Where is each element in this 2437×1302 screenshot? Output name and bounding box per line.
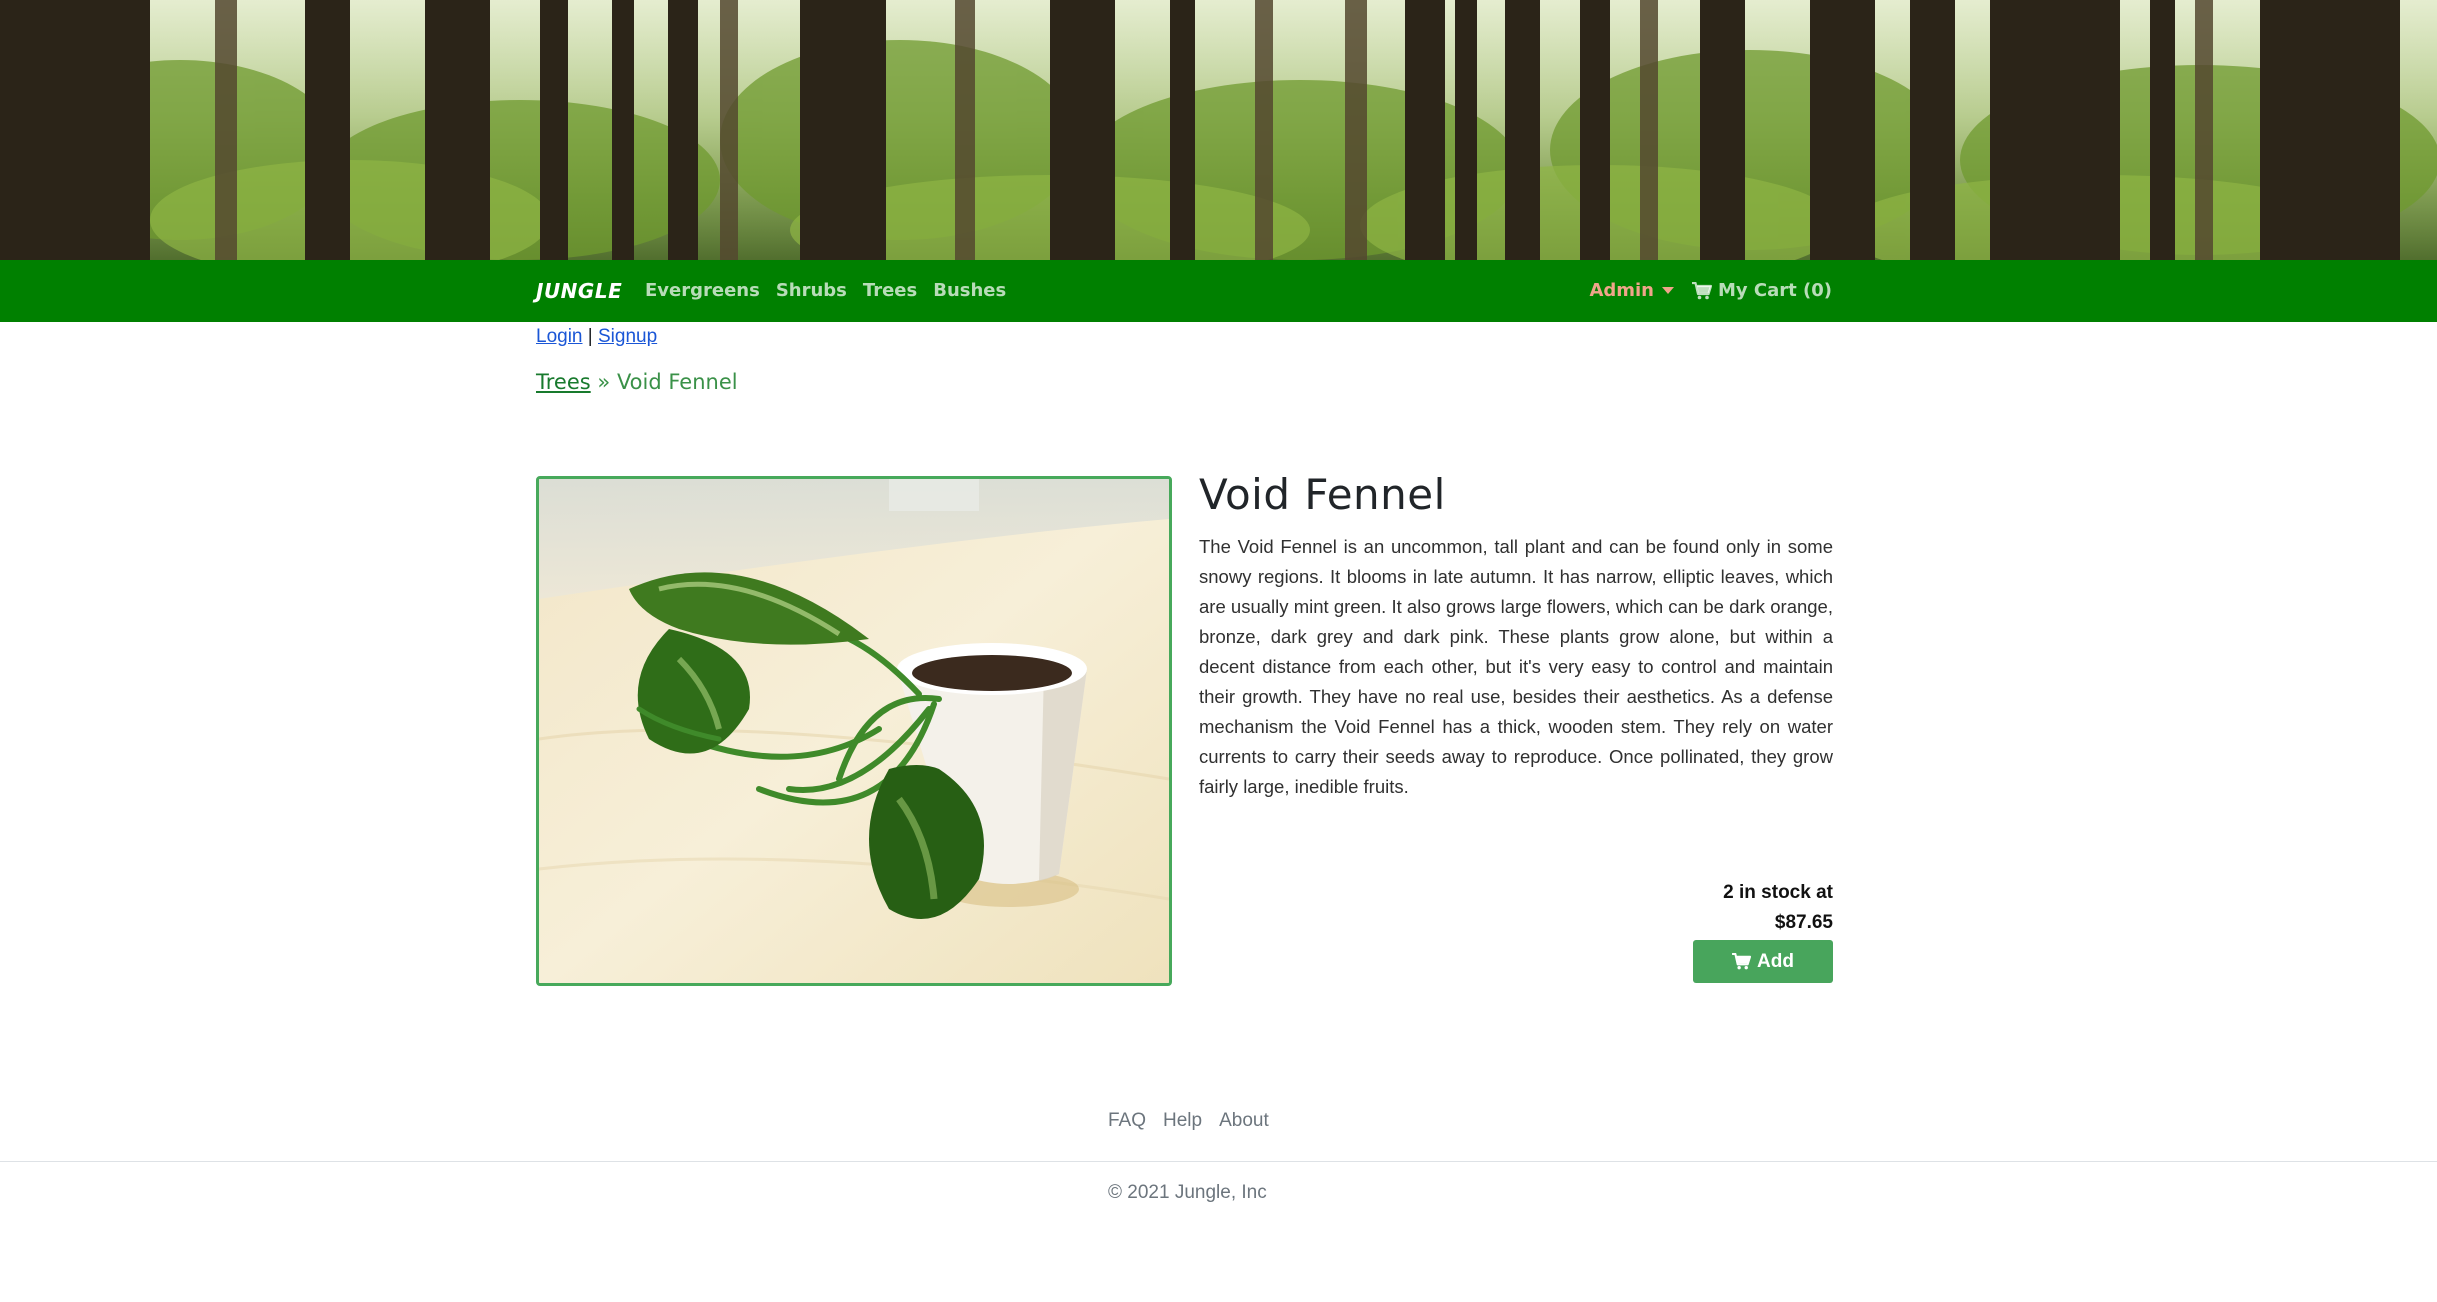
nav-link-shrubs[interactable]: Shrubs xyxy=(776,280,847,301)
shopping-cart-icon xyxy=(1732,953,1752,970)
product-title: Void Fennel xyxy=(1199,470,1446,519)
breadcrumb-category-link[interactable]: Trees xyxy=(536,370,591,394)
cart-label: My Cart (0) xyxy=(1718,280,1832,301)
nav-link-bushes[interactable]: Bushes xyxy=(933,280,1006,301)
auth-links: Login | Signup xyxy=(536,326,657,348)
product-description: The Void Fennel is an uncommon, tall pla… xyxy=(1199,536,1833,797)
top-navbar: JUNGLE Evergreens Shrubs Trees Bushes Ad… xyxy=(0,260,2437,322)
stock-count-text: 2 in stock at xyxy=(1723,882,1833,903)
plant-photo xyxy=(539,479,1169,983)
footer-divider xyxy=(0,1161,2437,1162)
product-image xyxy=(536,476,1172,986)
cart-link[interactable]: My Cart (0) xyxy=(1692,280,1832,301)
forest-illustration xyxy=(0,0,2437,260)
footer-link-help[interactable]: Help xyxy=(1163,1110,1202,1132)
category-nav: Evergreens Shrubs Trees Bushes xyxy=(645,280,1006,301)
copyright-text: © 2021 Jungle, Inc xyxy=(1108,1182,1267,1203)
shopping-cart-icon xyxy=(1692,281,1712,299)
auth-separator: | xyxy=(587,326,593,347)
admin-dropdown[interactable]: Admin xyxy=(1589,280,1674,301)
breadcrumb-current: Void Fennel xyxy=(616,370,738,394)
add-button-label: Add xyxy=(1757,950,1794,972)
product-price: $87.65 xyxy=(1774,912,1833,933)
nav-link-trees[interactable]: Trees xyxy=(863,280,917,301)
footer-link-faq[interactable]: FAQ xyxy=(1108,1110,1146,1132)
breadcrumb-separator: » xyxy=(597,370,611,394)
footer-link-about[interactable]: About xyxy=(1219,1110,1269,1132)
breadcrumb: Trees » Void Fennel xyxy=(536,370,738,394)
add-to-cart-button[interactable]: Add xyxy=(1693,940,1833,983)
admin-label: Admin xyxy=(1589,280,1654,301)
stock-info: 2 in stock at $87.65 xyxy=(1540,878,1833,938)
nav-link-evergreens[interactable]: Evergreens xyxy=(645,280,760,301)
caret-down-icon xyxy=(1662,287,1674,294)
brand-logo[interactable]: JUNGLE xyxy=(536,279,622,303)
footer-links: FAQ Help About xyxy=(1108,1110,1269,1132)
navbar-right: Admin My Cart (0) xyxy=(1589,280,1832,301)
login-link[interactable]: Login xyxy=(536,326,583,347)
signup-link[interactable]: Signup xyxy=(598,326,657,347)
hero-forest-banner xyxy=(0,0,2437,260)
navbar-container: JUNGLE Evergreens Shrubs Trees Bushes Ad… xyxy=(536,260,1832,322)
